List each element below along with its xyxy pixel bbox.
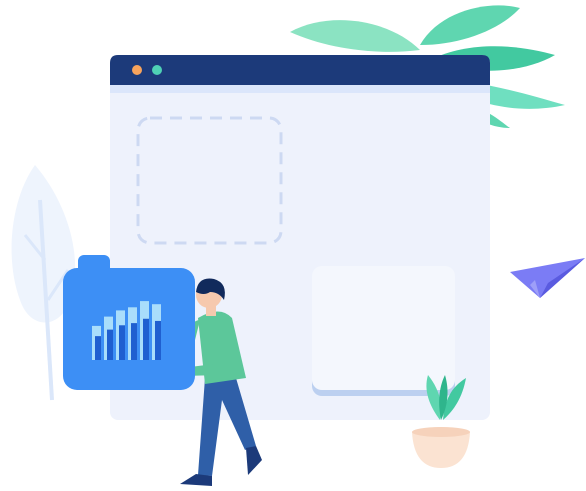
paper-plane-icon (510, 258, 585, 298)
person-shoe-right (246, 446, 262, 475)
window-title-bar (110, 55, 490, 85)
person-shoe-left (180, 474, 212, 486)
empty-state-illustration (11, 5, 585, 486)
illustration-scene (0, 0, 586, 491)
window-dot-teal (152, 65, 162, 75)
folder-chart (63, 255, 195, 390)
placeholder-card (312, 266, 455, 390)
bar-shade-1 (95, 336, 101, 360)
bar-shade-4 (131, 323, 137, 360)
bar-shade-6 (155, 320, 161, 360)
bar-shade-2 (107, 329, 113, 360)
window-dot-orange (132, 65, 142, 75)
bar-shade-3 (119, 325, 125, 360)
bar-shade-5 (143, 318, 149, 360)
